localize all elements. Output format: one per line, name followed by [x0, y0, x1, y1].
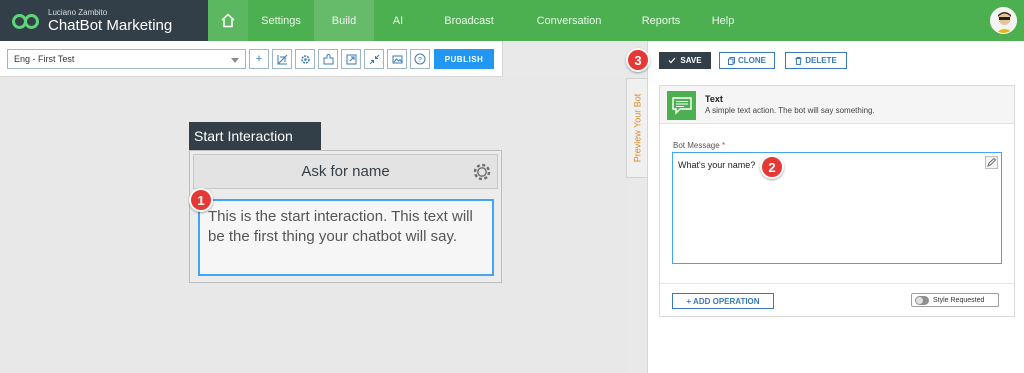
- image-button[interactable]: [387, 49, 407, 69]
- no-grid-button[interactable]: [272, 49, 292, 69]
- trash-icon: [795, 56, 802, 65]
- style-requested-toggle[interactable]: Style Requested: [911, 293, 999, 307]
- gear-icon[interactable]: [471, 161, 493, 183]
- brand[interactable]: Luciano Zambito ChatBot Marketing: [0, 0, 208, 41]
- puzzle-icon: [323, 53, 333, 64]
- chevron-down-icon: [231, 58, 239, 63]
- export-icon: [346, 54, 356, 64]
- brand-logo-icon: [12, 13, 42, 29]
- save-button[interactable]: SAVE: [659, 52, 711, 69]
- collapse-button[interactable]: [364, 49, 384, 69]
- brand-title: ChatBot Marketing: [48, 16, 173, 34]
- publish-button[interactable]: PUBLISH: [434, 49, 494, 69]
- delete-button[interactable]: DELETE: [785, 52, 847, 69]
- copy-icon: [728, 56, 735, 65]
- add-operation-button[interactable]: + ADD OPERATION: [672, 293, 774, 309]
- preview-your-bot-tab[interactable]: Preview Your Bot: [626, 78, 648, 178]
- nav-item-settings[interactable]: Settings: [248, 0, 314, 41]
- nav-item-help[interactable]: Help: [700, 0, 746, 41]
- speech-bubble-icon: [667, 91, 696, 120]
- nav-home[interactable]: [208, 0, 248, 41]
- node-tab-label[interactable]: Start Interaction: [189, 122, 321, 150]
- check-icon: [668, 57, 676, 64]
- delete-button-label: DELETE: [805, 56, 837, 65]
- save-button-label: SAVE: [680, 56, 702, 65]
- top-bar: Luciano Zambito ChatBot Marketing Settin…: [0, 0, 1024, 41]
- bot-message-textarea[interactable]: What's your name?: [672, 152, 1002, 264]
- main-nav: Settings Build AI Broadcast Conversation…: [208, 0, 746, 41]
- svg-text:?: ?: [418, 57, 422, 64]
- help-button[interactable]: ?: [410, 49, 430, 69]
- bot-message-label: Bot Message *: [673, 141, 726, 150]
- step-badge-2: 2: [760, 155, 784, 179]
- step-badge-3: 3: [626, 48, 650, 72]
- text-action-card: Text A simple text action. The bot will …: [659, 85, 1015, 317]
- node-message-text[interactable]: This is the start interaction. This text…: [198, 199, 494, 276]
- brand-subtitle: Luciano Zambito: [48, 7, 108, 17]
- nav-item-ai[interactable]: AI: [374, 0, 422, 41]
- nav-item-reports[interactable]: Reports: [622, 0, 700, 41]
- collapse-icon: [369, 54, 379, 64]
- image-icon: [392, 55, 402, 63]
- clone-button[interactable]: CLONE: [719, 52, 775, 69]
- toggle-switch-icon[interactable]: [915, 295, 929, 305]
- bot-select[interactable]: Eng - First Test: [7, 49, 246, 69]
- export-button[interactable]: [341, 49, 361, 69]
- gear-icon: [300, 54, 310, 64]
- integrations-button[interactable]: [318, 49, 338, 69]
- action-card-header: Text A simple text action. The bot will …: [660, 86, 1014, 124]
- clone-button-label: CLONE: [738, 56, 766, 65]
- nav-item-conversation[interactable]: Conversation: [516, 0, 622, 41]
- builder-toolbar: Eng - First Test + ? PUBLISH: [0, 41, 503, 77]
- node-header[interactable]: Ask for name: [193, 154, 498, 189]
- help-icon: ?: [414, 53, 426, 65]
- style-requested-label: Style Requested: [933, 296, 985, 304]
- card-divider: [660, 283, 1014, 284]
- home-icon: [221, 13, 235, 28]
- bot-select-value: Eng - First Test: [14, 54, 75, 64]
- action-type-description: A simple text action. The bot will say s…: [705, 106, 875, 115]
- expand-editor-icon[interactable]: [985, 156, 998, 169]
- nav-item-broadcast[interactable]: Broadcast: [422, 0, 516, 41]
- action-editor-panel: SAVE CLONE DELETE Text A simple text act…: [647, 41, 1024, 373]
- action-type-title: Text: [705, 94, 723, 104]
- flow-canvas[interactable]: Start Interaction Ask for name This is t…: [0, 78, 626, 373]
- grid-off-icon: [277, 54, 287, 64]
- settings-button[interactable]: [295, 49, 315, 69]
- nav-item-build[interactable]: Build: [314, 0, 374, 41]
- user-avatar[interactable]: [990, 7, 1017, 34]
- step-badge-1: 1: [189, 188, 213, 212]
- interaction-node[interactable]: Ask for name This is the start interacti…: [189, 150, 502, 283]
- add-button[interactable]: +: [249, 49, 269, 69]
- preview-tab-label: Preview Your Bot: [632, 93, 643, 163]
- node-title: Ask for name: [301, 163, 390, 180]
- add-button-label: +: [255, 53, 263, 65]
- bot-message-value: What's your name?: [678, 160, 756, 170]
- required-mark: *: [721, 141, 726, 150]
